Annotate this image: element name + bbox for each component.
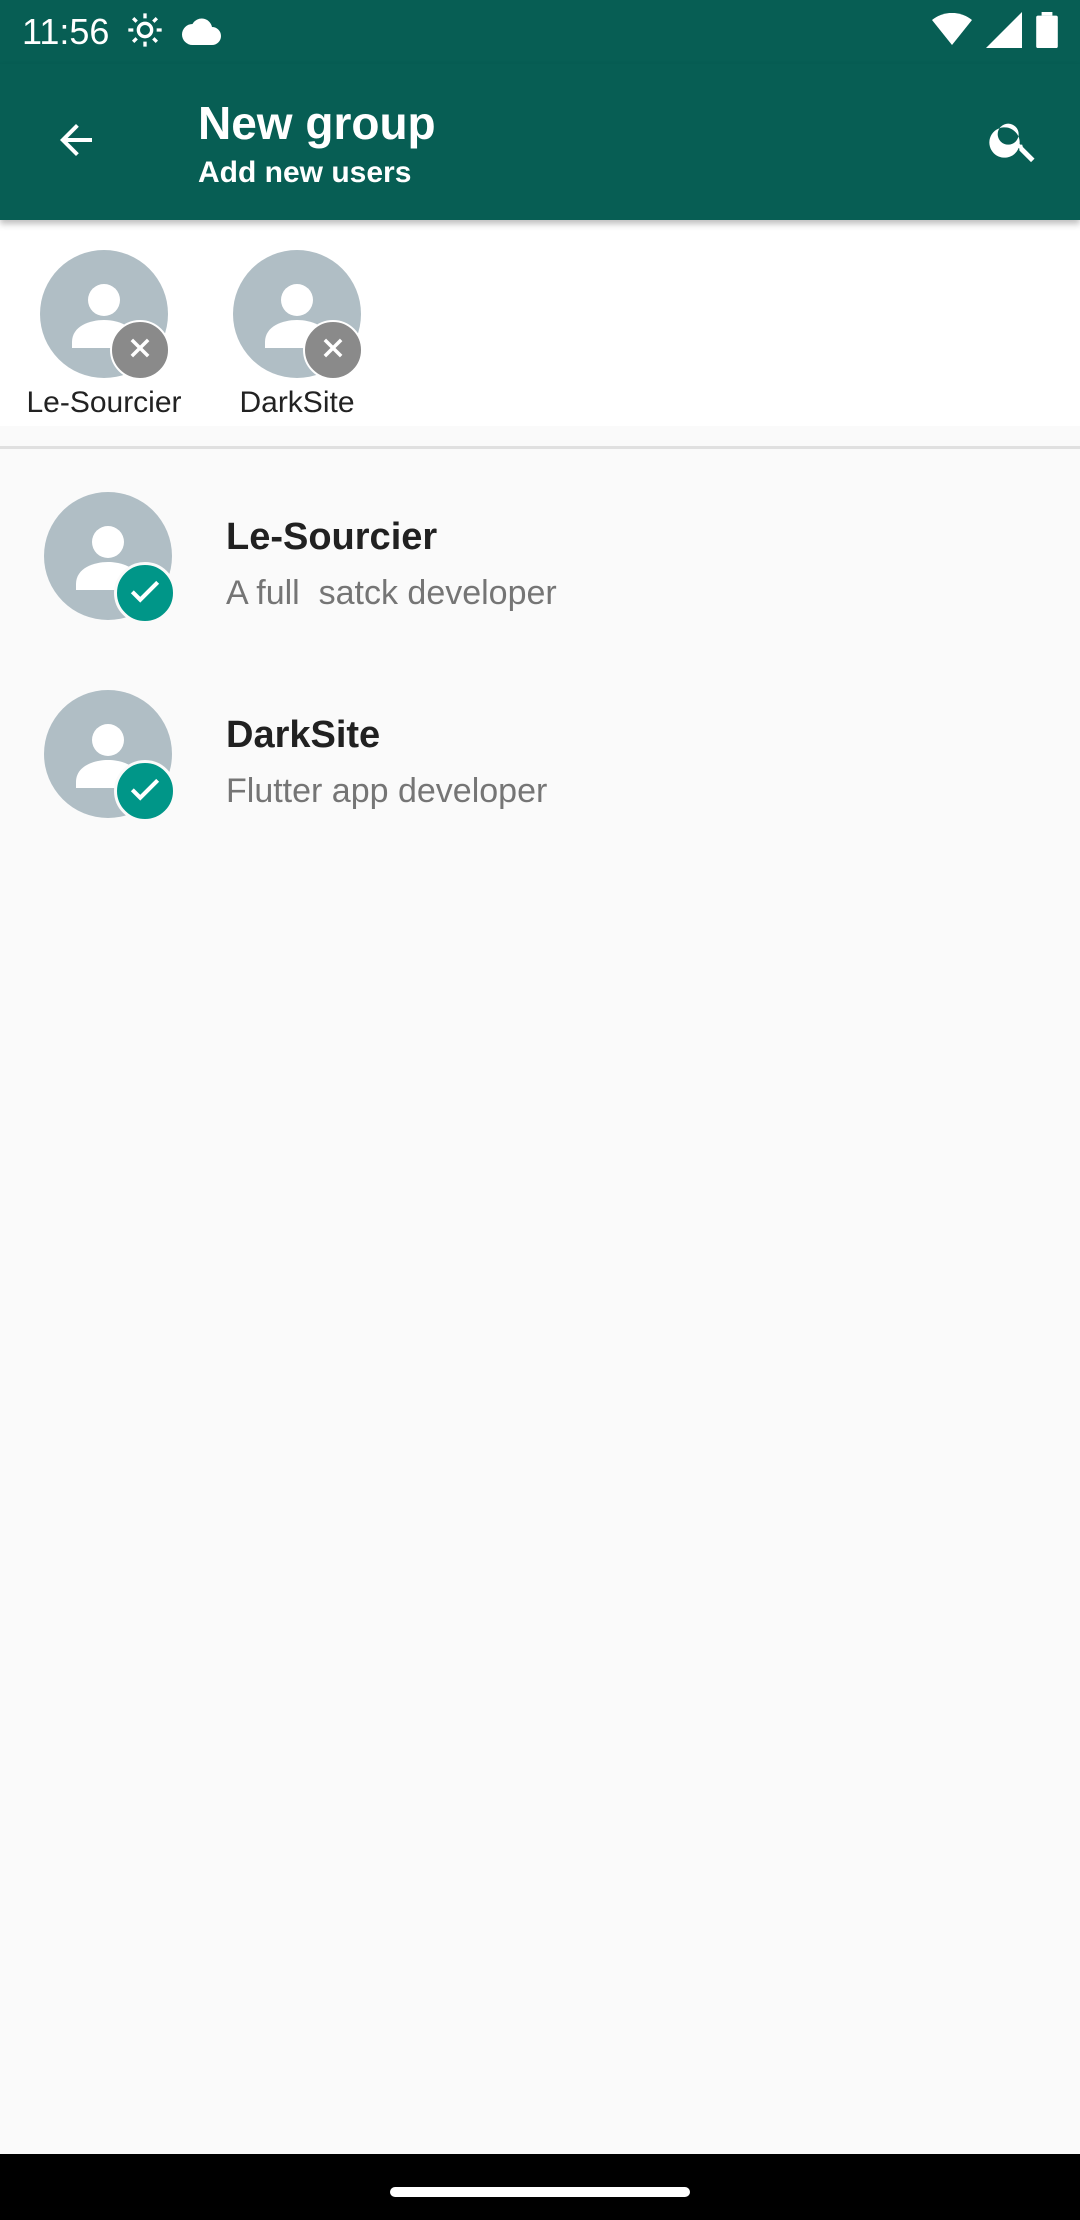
back-button[interactable]	[40, 106, 112, 178]
chip-name: DarkSite	[239, 386, 355, 419]
status-right-icons	[932, 11, 1058, 53]
selected-check-badge	[114, 760, 176, 822]
selected-chip[interactable]: Le-Sourcier	[9, 250, 199, 420]
contact-about: Flutter app developer	[226, 772, 548, 810]
page-title: New group	[198, 97, 436, 149]
cloud-icon	[179, 15, 222, 50]
arrow-back-icon	[52, 116, 100, 169]
chip-avatar-wrap	[233, 250, 363, 380]
remove-chip-button[interactable]	[110, 320, 170, 380]
contact-name: Le-Sourcier	[226, 516, 438, 558]
selected-chip[interactable]: DarkSite	[202, 250, 392, 420]
settings-icon	[125, 10, 165, 55]
status-left-icons	[125, 10, 222, 55]
status-time: 11:56	[22, 11, 110, 52]
close-icon	[319, 334, 347, 367]
remove-chip-button[interactable]	[303, 320, 363, 380]
check-icon	[126, 572, 164, 615]
contact-name: DarkSite	[226, 714, 381, 756]
contact-about: A full satck developer	[226, 574, 557, 612]
close-icon	[126, 334, 154, 367]
status-bar: 11:56	[0, 0, 1080, 64]
home-gesture-handle[interactable]	[390, 2187, 690, 2197]
contact-list: Le-Sourcier A full satck developer DarkS…	[0, 450, 1080, 846]
app-bar: New group Add new users	[0, 64, 1080, 220]
page-subtitle: Add new users	[198, 156, 412, 189]
battery-icon	[1036, 11, 1058, 53]
contact-row[interactable]: DarkSite Flutter app developer	[0, 648, 1080, 846]
contact-avatar-wrap	[44, 492, 176, 624]
divider	[0, 446, 1080, 449]
screen: 11:56 New group Add new users Le-Sourcie…	[0, 0, 1080, 2220]
contact-row[interactable]: Le-Sourcier A full satck developer	[0, 450, 1080, 648]
selected-users-strip: Le-Sourcier DarkSite	[0, 220, 1080, 426]
search-button[interactable]	[978, 106, 1050, 178]
contact-avatar-wrap	[44, 690, 176, 822]
chip-avatar-wrap	[40, 250, 170, 380]
chip-name: Le-Sourcier	[26, 386, 182, 419]
selected-check-badge	[114, 562, 176, 624]
signal-icon	[986, 11, 1022, 53]
system-nav-bar	[0, 2154, 1080, 2220]
wifi-icon	[932, 12, 972, 52]
search-icon	[986, 112, 1042, 173]
check-icon	[126, 770, 164, 813]
